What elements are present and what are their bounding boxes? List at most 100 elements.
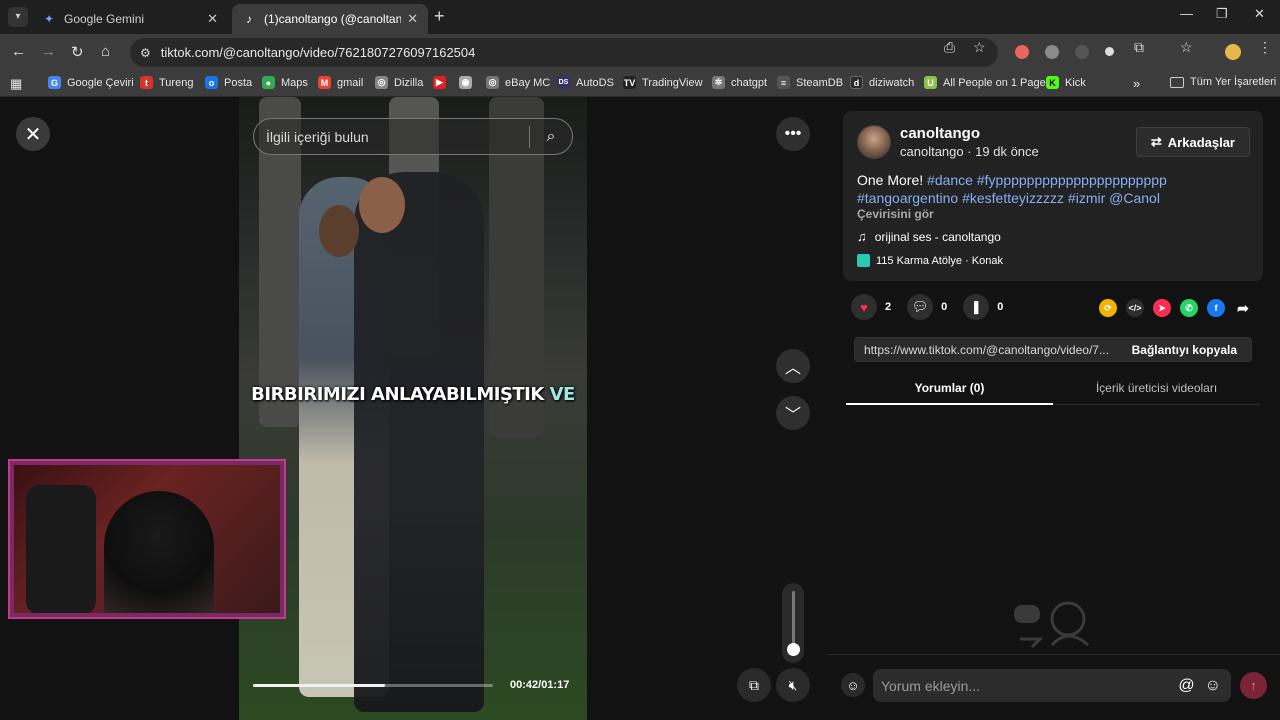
bookmark-tradingview[interactable]: TV TradingView bbox=[623, 76, 703, 89]
send-to-friends-icon[interactable]: ➤ bbox=[1153, 299, 1171, 317]
bookmark-youtube[interactable]: ▶ bbox=[433, 76, 452, 89]
mention-at-icon[interactable]: @ bbox=[1178, 677, 1194, 695]
author-avatar[interactable] bbox=[857, 125, 891, 159]
all-bookmarks-folder[interactable]: Tüm Yer İşaretleri bbox=[1170, 76, 1276, 88]
heart-icon: ♥ bbox=[851, 294, 877, 320]
share-arrow-icon[interactable]: ➦ bbox=[1234, 299, 1252, 317]
comment-input[interactable] bbox=[873, 677, 1179, 694]
emoji-icon[interactable]: ☺ bbox=[1205, 677, 1221, 695]
apps-grid-icon[interactable]: ▦ bbox=[10, 76, 22, 92]
tab-creator-videos[interactable]: İçerik üreticisi videoları bbox=[1053, 381, 1260, 395]
reload-icon[interactable]: ↻ bbox=[71, 43, 84, 61]
bookmarks-side-panel-icon[interactable]: ☆ bbox=[1180, 39, 1193, 56]
bookmark-gmail[interactable]: Mgmail bbox=[318, 76, 363, 89]
post-info-card: canoltango canoltango · 19 dk önce ⇄ Arka… bbox=[843, 111, 1263, 281]
volume-knob[interactable] bbox=[787, 643, 800, 656]
comments-tabs: Yorumlar (0) İçerik üreticisi videoları bbox=[846, 373, 1260, 405]
tab-comments[interactable]: Yorumlar (0) bbox=[846, 381, 1053, 395]
bookmark-tureng[interactable]: t Tureng bbox=[140, 76, 193, 89]
bookmark-chatgpt[interactable]: ✲ chatgpt bbox=[712, 76, 767, 89]
kebab-menu-icon[interactable]: ⋮ bbox=[1258, 39, 1272, 56]
comment-input-box[interactable]: @ ☺ bbox=[873, 669, 1231, 702]
extension-icon[interactable] bbox=[1075, 45, 1089, 59]
dancer-figure bbox=[354, 172, 484, 712]
extension-icon[interactable] bbox=[1105, 47, 1114, 56]
comment-action[interactable]: 💬︎ 0 bbox=[907, 294, 947, 320]
mini-player-button[interactable]: ⧉ bbox=[737, 668, 771, 702]
extension-icon[interactable] bbox=[1045, 45, 1059, 59]
bookmark-diziwatch[interactable]: d diziwatch bbox=[850, 76, 914, 89]
bookmark-dizilla[interactable]: ◎ Dizilla bbox=[375, 76, 423, 89]
bookmark-google-ceviri[interactable]: G Google Çeviri bbox=[48, 76, 134, 89]
forward-arrow-icon[interactable]: → bbox=[41, 43, 56, 60]
comment-bubble-icon: 💬︎ bbox=[907, 294, 934, 320]
browser-tab-bar: ▾ ✦ Google Gemini ✕ ♪ (1)canoltango (@ca… bbox=[0, 0, 1280, 34]
bookmark-kick[interactable]: K Kick bbox=[1046, 76, 1086, 89]
save-action[interactable]: ❚ 0 bbox=[963, 294, 1003, 320]
repost-icon[interactable]: ⟳ bbox=[1099, 299, 1117, 317]
whatsapp-icon[interactable]: ✆ bbox=[1180, 299, 1198, 317]
back-arrow-icon[interactable]: ← bbox=[11, 43, 26, 60]
tradingview-icon: TV bbox=[623, 76, 636, 89]
extension-icon[interactable] bbox=[1015, 45, 1029, 59]
dancer-head bbox=[359, 177, 405, 233]
like-action[interactable]: ♥ 2 bbox=[851, 294, 891, 320]
swap-arrows-icon: ⇄ bbox=[1150, 134, 1162, 149]
see-translation-link[interactable]: Çevirisini gör bbox=[857, 207, 934, 221]
video-frame[interactable] bbox=[239, 97, 587, 720]
tiktok-icon: ♪ bbox=[246, 12, 252, 26]
embed-code-icon[interactable]: </> bbox=[1126, 299, 1144, 317]
bookmark-posta[interactable]: o Posta bbox=[205, 76, 252, 89]
mini-player-icon: ⧉ bbox=[749, 676, 759, 693]
bookmark-star-icon[interactable]: ☆ bbox=[973, 39, 986, 56]
bookmark-openai[interactable]: ◉ bbox=[459, 76, 478, 89]
facebook-icon[interactable]: f bbox=[1207, 299, 1225, 317]
video-search-input[interactable] bbox=[254, 128, 529, 145]
new-tab-button[interactable]: + bbox=[434, 6, 445, 27]
more-options-button[interactable]: ••• bbox=[776, 117, 810, 151]
previous-video-button[interactable]: ︿ bbox=[776, 349, 810, 383]
close-window-button[interactable]: ✕ bbox=[1254, 6, 1265, 22]
home-icon[interactable]: ⌂ bbox=[101, 43, 110, 60]
next-video-button[interactable]: ﹀ bbox=[776, 396, 810, 430]
bookmarks-bar: ▦ G Google Çeviri t Tureng o Posta ● Maps Mg… bbox=[0, 71, 1280, 97]
mute-button[interactable]: 🔇︎ bbox=[776, 668, 810, 702]
video-link-url[interactable]: https://www.tiktok.com/@canoltango/video… bbox=[855, 343, 1118, 357]
more-bookmarks-chevron-icon[interactable]: » bbox=[1133, 76, 1140, 91]
bookmark-autods[interactable]: DS AutoDS bbox=[557, 76, 614, 89]
volume-slider[interactable] bbox=[782, 583, 804, 663]
music-link[interactable]: ♫ orijinal ses - canoltango bbox=[857, 229, 1001, 244]
mention-link[interactable]: @Canol bbox=[1109, 190, 1160, 206]
translate-icon: G bbox=[48, 76, 61, 89]
search-icon[interactable]: ⌕ bbox=[530, 128, 572, 146]
hashtag-link[interactable]: #kesfetteyizzzzz bbox=[962, 190, 1064, 206]
tab-gemini[interactable]: ✦ Google Gemini ✕ bbox=[32, 4, 228, 34]
tab-tiktok[interactable]: ♪ (1)canoltango (@canoltango) | TikTok ✕ bbox=[232, 4, 428, 34]
minimize-button[interactable]: — bbox=[1180, 6, 1193, 21]
profile-avatar[interactable] bbox=[1225, 44, 1241, 60]
bookmark-maps[interactable]: ● Maps bbox=[262, 76, 308, 89]
video-progress-bar[interactable] bbox=[253, 684, 493, 687]
install-app-icon[interactable]: ⎙ bbox=[944, 39, 955, 56]
close-tab-icon[interactable]: ✕ bbox=[207, 11, 218, 27]
post-comment-button[interactable]: ↑ bbox=[1240, 672, 1267, 699]
hashtag-link[interactable]: #izmir bbox=[1068, 190, 1105, 206]
hashtag-link[interactable]: #tangoargentino bbox=[857, 190, 958, 206]
restore-button[interactable]: ❐ bbox=[1216, 6, 1228, 22]
copy-link-button[interactable]: Bağlantıyı kopyala bbox=[1118, 343, 1251, 357]
close-video-button[interactable]: ✕ bbox=[16, 117, 50, 151]
address-bar[interactable]: ⚙ tiktok.com/@canoltango/video/762180727… bbox=[130, 38, 998, 67]
bookmark-steamdb[interactable]: ≡ SteamDB bbox=[777, 76, 843, 89]
bookmark-ebay-mc[interactable]: ◎ eBay MC bbox=[486, 76, 550, 89]
site-info-icon[interactable]: ⚙ bbox=[140, 46, 151, 60]
extensions-puzzle-icon[interactable]: ⧉ bbox=[1134, 39, 1144, 56]
hashtag-link[interactable]: #dance bbox=[927, 172, 973, 188]
close-tab-icon[interactable]: ✕ bbox=[407, 11, 418, 27]
author-username[interactable]: canoltango bbox=[900, 125, 980, 142]
tab-search-button[interactable]: ▾ bbox=[8, 7, 28, 27]
bookmark-all-people[interactable]: U All People on 1 Page bbox=[924, 76, 1046, 89]
location-link[interactable]: 115 Karma Atölye · Konak bbox=[857, 254, 1003, 267]
hashtag-link[interactable]: #fypppppppppppppppppppppp bbox=[977, 172, 1167, 188]
friends-button[interactable]: ⇄ Arkadaşlar bbox=[1135, 127, 1250, 157]
video-search-box[interactable]: ⌕ bbox=[253, 118, 573, 155]
